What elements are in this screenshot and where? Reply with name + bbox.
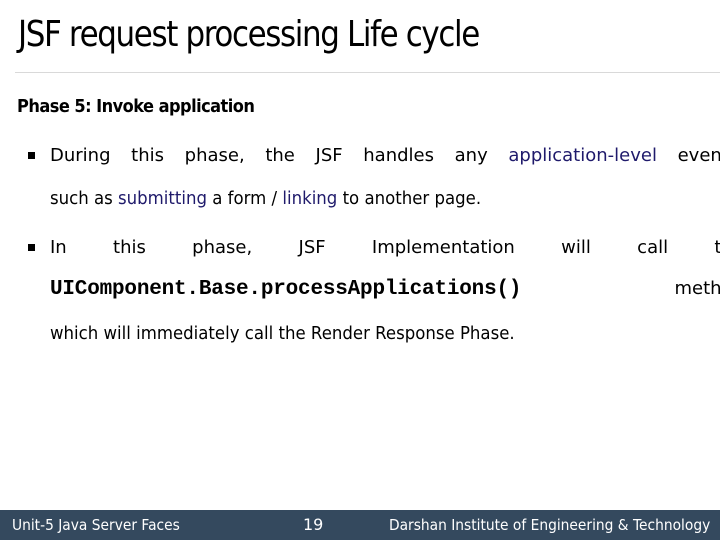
bullet-2-line-2: UIComponent.Base.processApplications() m… (50, 278, 720, 301)
word: any (454, 145, 488, 166)
word: phase, (192, 237, 253, 258)
footer-unit-label: Unit-5 Java Server Faces (12, 516, 180, 534)
word: call (637, 237, 669, 258)
word: JSF (315, 145, 343, 166)
title-divider (15, 72, 720, 73)
phase-heading: Phase 5: Invoke application (17, 96, 255, 117)
word: events, (677, 145, 720, 166)
word: the (714, 237, 720, 258)
word: will (561, 237, 591, 258)
footer-bar: Unit-5 Java Server Faces 19 Darshan Inst… (0, 510, 720, 540)
word: this (113, 237, 146, 258)
word: Implementation (371, 237, 515, 258)
word: JSF (298, 237, 326, 258)
slide: JSF request processing Life cycle Phase … (0, 0, 720, 540)
word: phase, (184, 145, 245, 166)
bullet-2-line-3: which will immediately call the Render R… (50, 323, 515, 344)
word: method (674, 278, 720, 299)
bullet-1-line-2: such as submitting a form / linking to a… (50, 188, 481, 209)
bullet-2-line-1: In this phase, JSF Implementation will c… (50, 237, 720, 258)
text-run: such as (50, 188, 119, 209)
code-method-name: UIComponent.Base.processApplications() (50, 278, 522, 301)
word: this (131, 145, 165, 166)
page-number: 19 (303, 515, 324, 534)
word: During (50, 145, 111, 166)
highlighted-term: submitting (118, 188, 208, 209)
highlighted-term: linking (282, 188, 338, 209)
word: In (50, 237, 67, 258)
word: the (265, 145, 295, 166)
bullet-square-icon (28, 152, 35, 159)
footer-institute-label: Darshan Institute of Engineering & Techn… (388, 516, 710, 534)
word: handles (363, 145, 434, 166)
bullet-1-line-1: During this phase, the JSF handles any a… (50, 145, 720, 166)
highlighted-term: application-level (508, 145, 657, 166)
text-run: a form / (207, 188, 283, 209)
bullet-square-icon (28, 244, 35, 251)
slide-title: JSF request processing Life cycle (18, 14, 480, 55)
text-run: to another page. (337, 188, 482, 209)
